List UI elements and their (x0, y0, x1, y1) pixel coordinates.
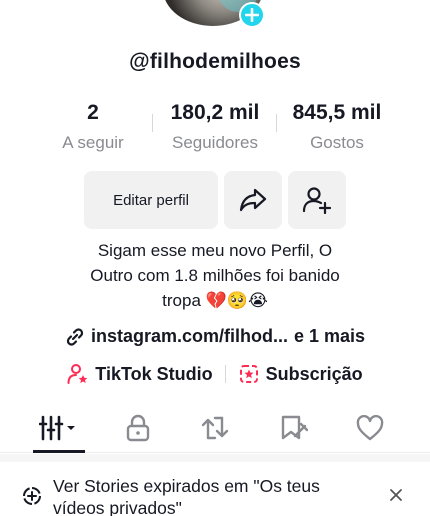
stats-row: 2 A seguir 180,2 mil Seguidores 845,5 mi… (0, 100, 430, 160)
banner-text: Ver Stories expirados em "Os teus vídeos… (53, 475, 373, 516)
tab-liked[interactable] (344, 405, 396, 451)
banner-text-line: vídeos privados" (53, 498, 182, 516)
tab-tagged[interactable] (267, 405, 319, 451)
share-arrow-icon (239, 188, 267, 212)
section-divider (0, 454, 430, 462)
videos-grid-icon (39, 415, 75, 441)
tiktok-studio-label: TikTok Studio (95, 363, 213, 384)
stat-likes-label: Gostos (310, 133, 364, 152)
studio-user-star-icon (67, 364, 88, 384)
subscription-label: Subscrição (265, 363, 363, 384)
repost-icon (201, 416, 229, 440)
link-url[interactable]: instagram.com/filhod... (91, 326, 288, 347)
bio-link[interactable]: instagram.com/filhod... e 1 mais (0, 326, 430, 347)
subscription-button[interactable]: Subscrição (238, 363, 363, 385)
bio-line: Outro com 1.8 milhões foi banido (90, 266, 340, 285)
edit-profile-button[interactable]: Editar perfil (84, 171, 218, 229)
stories-add-icon (23, 487, 41, 505)
profile-actions: Editar perfil (0, 171, 430, 229)
stat-following[interactable]: 2 A seguir (50, 100, 136, 154)
active-tab-indicator (33, 450, 85, 453)
stat-likes-value: 845,5 mil (292, 101, 382, 124)
stat-likes[interactable]: 845,5 mil Gostos (278, 100, 396, 154)
stat-following-value: 2 (87, 101, 99, 124)
heart-icon (356, 415, 384, 441)
avatar-container[interactable] (163, 0, 267, 28)
banner-text-line: Ver Stories expirados em "Os teus (53, 476, 320, 496)
tagged-bookmark-icon (281, 415, 308, 440)
expired-stories-banner[interactable]: Ver Stories expirados em "Os teus vídeos… (0, 462, 430, 516)
tab-videos[interactable] (33, 405, 85, 451)
share-profile-button[interactable] (224, 171, 282, 229)
creator-tools: TikTok Studio Subscrição (0, 363, 430, 385)
add-friend-button[interactable] (288, 171, 346, 229)
stat-followers-label: Seguidores (171, 133, 258, 152)
add-user-icon (302, 187, 332, 214)
tiktok-studio-button[interactable]: TikTok Studio (67, 363, 213, 385)
stat-followers-value: 180,2 mil (170, 101, 260, 124)
bio-line: tropa 💔🥺😭 (162, 291, 268, 310)
stat-divider (276, 114, 277, 132)
stat-divider (152, 114, 153, 132)
stat-following-label: A seguir (62, 133, 124, 152)
tab-reposts[interactable] (189, 405, 241, 451)
tool-divider (224, 365, 226, 383)
close-icon[interactable] (389, 488, 403, 502)
bio-line: Sigam esse meu novo Perfil, O (97, 241, 333, 260)
add-photo-plus-icon[interactable] (239, 2, 265, 28)
username: @filhodemilhoes (129, 50, 301, 73)
stat-followers[interactable]: 180,2 mil Seguidores (158, 100, 272, 154)
bio[interactable]: Sigam esse meu novo Perfil, O Outro com … (40, 238, 390, 313)
tab-private[interactable] (112, 405, 164, 451)
subscription-icon (239, 365, 258, 383)
content-tabs (0, 405, 430, 453)
link-more[interactable]: e 1 mais (294, 326, 365, 347)
lock-icon (126, 414, 150, 442)
link-icon (66, 327, 84, 346)
